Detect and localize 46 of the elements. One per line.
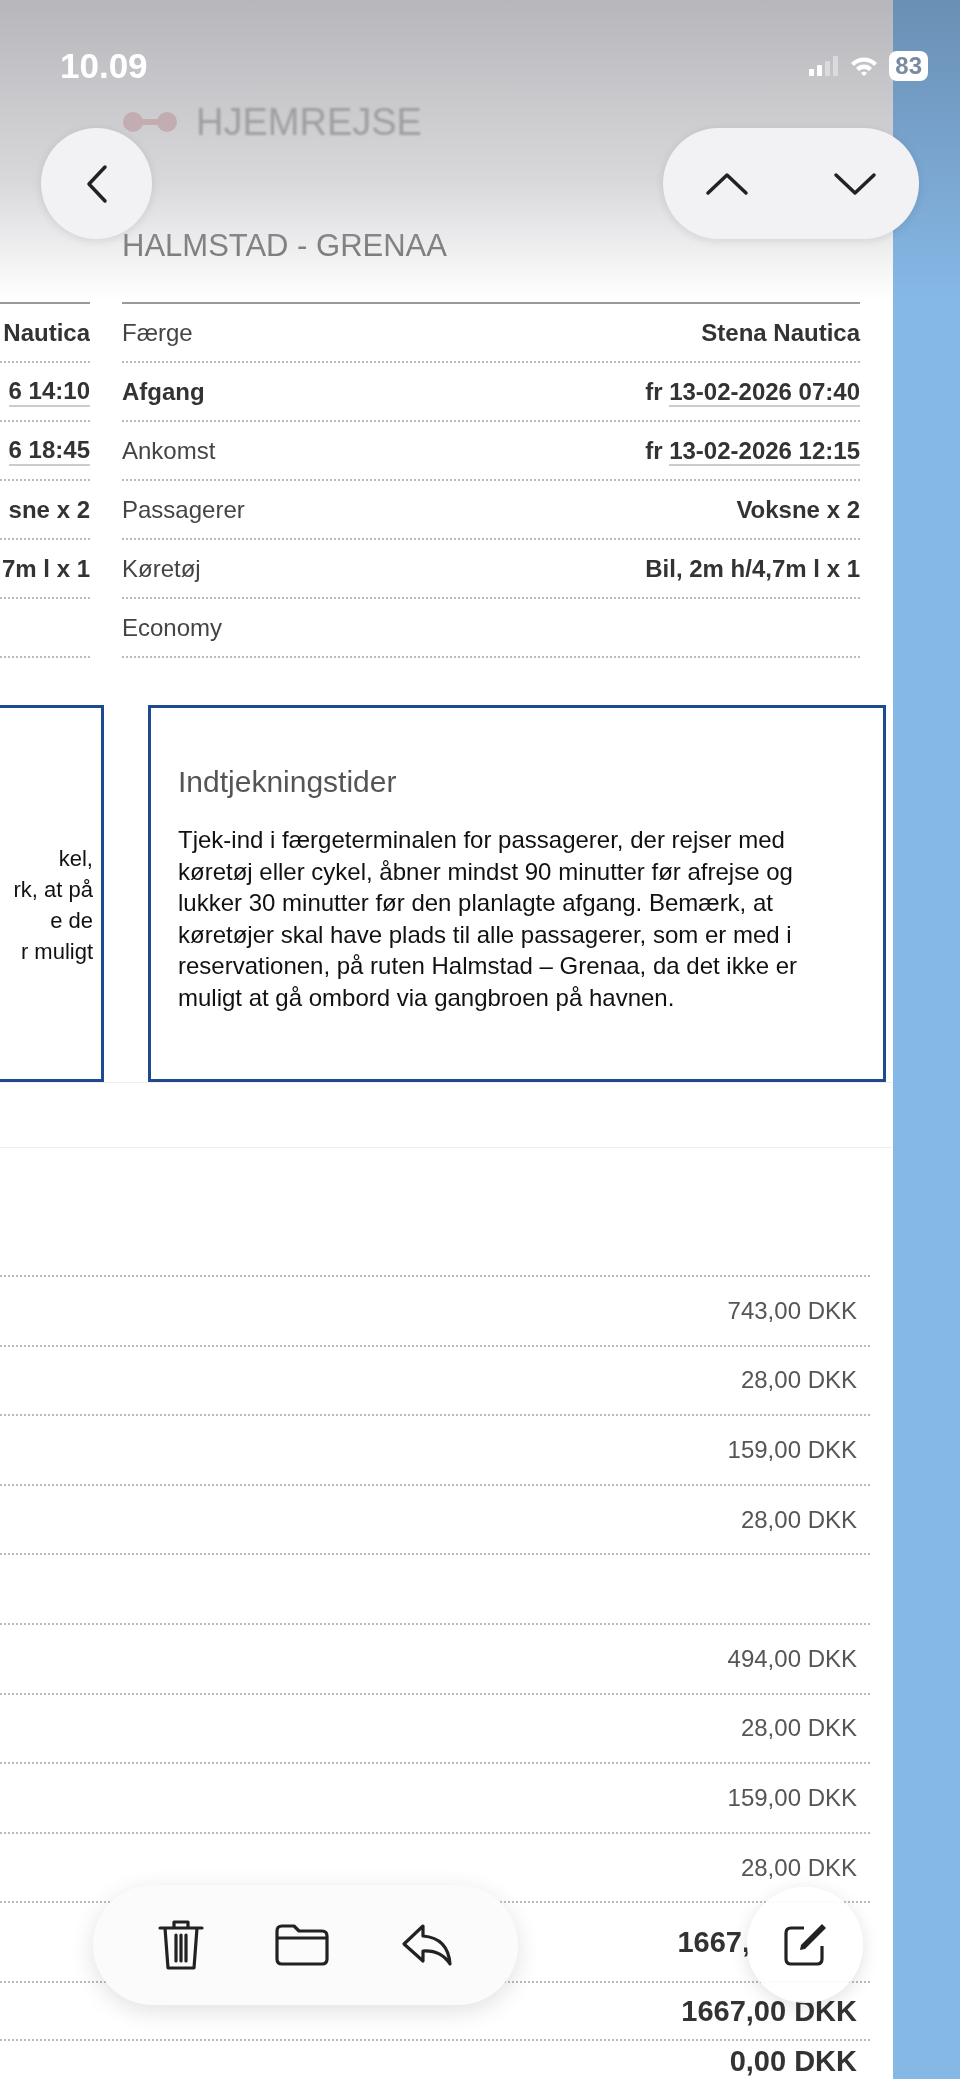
detail-value: Stena Nautica (701, 318, 860, 347)
signal-icon (809, 56, 840, 76)
detail-value: Nautica (3, 318, 90, 347)
detail-value: Bil, 2m h/4,7m l x 1 (645, 554, 860, 583)
detail-label: Afgang (122, 377, 205, 406)
total-amount: 1667,00 DKK (681, 1994, 857, 2028)
chevron-down-icon (833, 171, 877, 196)
price-amount: 28,00 DKK (740, 1366, 857, 1395)
detail-label: Ankomst (122, 436, 216, 465)
notice-text-line: r muligt (20, 938, 93, 966)
price-amount: 28,00 DKK (740, 1505, 857, 1534)
detail-value: fr 13-02-2026 12:15 (645, 436, 860, 465)
price-amount: 494,00 DKK (727, 1644, 857, 1673)
price-amount: 28,00 DKK (740, 1714, 857, 1743)
route-title: HALMSTAD - GRENAA (122, 228, 448, 264)
notice-text-line: kel, (58, 845, 93, 873)
battery-level: 83 (889, 51, 928, 81)
total-amount: 0,00 DKK (729, 2047, 857, 2077)
total-amount: 1667, (677, 1925, 750, 1959)
back-icon (84, 163, 109, 204)
route-icon (122, 109, 178, 135)
trash-icon (158, 1919, 205, 1971)
notice-text-line: rk, at på (13, 876, 93, 904)
folder-icon (274, 1923, 331, 1967)
notice-text-line: e de (50, 907, 93, 935)
status-time: 10.09 (60, 46, 148, 86)
price-amount: 28,00 DKK (740, 1853, 857, 1882)
detail-value: 6 18:45 (8, 435, 90, 466)
reply-icon (400, 1923, 453, 1967)
chevron-up-icon (705, 171, 749, 196)
detail-label: Economy (122, 613, 223, 642)
detail-value: Voksne x 2 (736, 495, 860, 524)
notice-title: Indtjekningstider (178, 765, 398, 799)
price-amount: 743,00 DKK (727, 1296, 857, 1325)
detail-value: fr 13-02-2026 07:40 (645, 377, 860, 406)
notice-text: Tjek-ind i færgeterminalen for passagerer, der rejser med køretøj eller cykel, åbner mindst 90 minutter før afrejse og lukker 30 minutter før den planlagte afgang. Bemærk, at køretøjer skal have plads til alle passagerer, som er med i reservationen, på ruten Halmstad – Grenaa, da det ikke er muligt at gå ombord via gangbroen på havnen. (178, 825, 798, 1013)
detail-label: Køretøj (122, 554, 201, 583)
compose-icon (782, 1922, 828, 1968)
detail-value: 7m l x 1 (1, 554, 90, 583)
wifi-icon (849, 55, 880, 77)
price-amount: 159,00 DKK (727, 1436, 857, 1464)
detail-label: Færge (122, 318, 193, 347)
detail-value: sne x 2 (8, 495, 90, 524)
price-amount: 159,00 DKK (727, 1783, 857, 1812)
detail-label: Passagerer (122, 495, 245, 524)
detail-value: 6 14:10 (8, 376, 90, 407)
